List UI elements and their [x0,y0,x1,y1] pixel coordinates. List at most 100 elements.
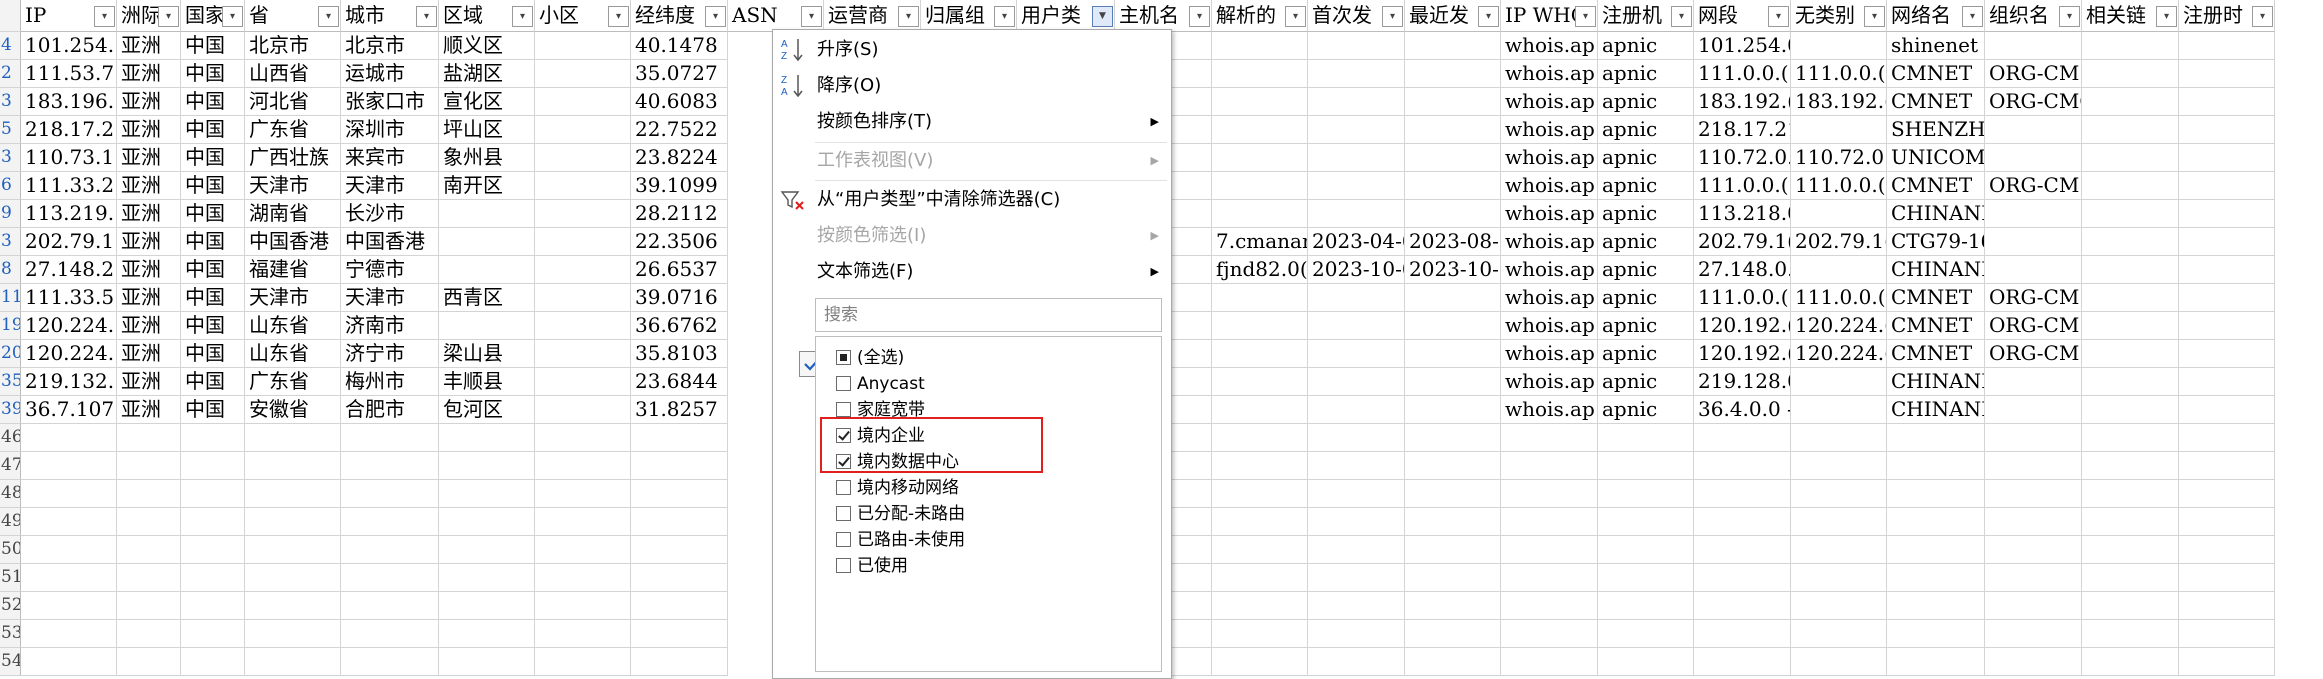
table-cell[interactable] [341,564,439,592]
table-cell[interactable] [1985,620,2082,648]
table-cell[interactable] [1405,564,1501,592]
table-cell[interactable] [117,508,181,536]
table-cell[interactable] [535,88,631,116]
table-cell[interactable]: 包河区 [439,396,535,424]
table-cell[interactable]: 219.132. [21,368,117,396]
table-cell[interactable] [631,564,728,592]
filter-value-list[interactable]: (全选) Anycast 家庭宽带 境内企业 境内数据中心 境内移动网络 已分配-未路由 已路… [815,336,1162,672]
table-cell[interactable] [1308,648,1405,676]
table-cell[interactable]: 中国 [181,312,245,340]
table-cell[interactable]: 111.33.2 [21,172,117,200]
table-cell[interactable] [1308,60,1405,88]
table-cell[interactable] [1791,592,1887,620]
clear-filter-item[interactable]: 从“用户类型”中清除筛选器(C) [817,184,1060,216]
table-cell[interactable]: apnic [1598,60,1694,88]
table-cell[interactable] [245,620,341,648]
table-cell[interactable] [2082,648,2179,676]
table-cell[interactable] [117,424,181,452]
table-cell[interactable]: 111.0.0.( [1694,284,1791,312]
table-cell[interactable]: 象州县 [439,144,535,172]
table-cell[interactable] [1887,424,1985,452]
table-cell[interactable] [245,648,341,676]
table-cell[interactable] [1212,116,1308,144]
table-cell[interactable] [535,536,631,564]
table-cell[interactable] [2082,340,2179,368]
table-cell[interactable]: 40.6083 [631,88,728,116]
row-number[interactable]: 39 [0,396,21,424]
table-cell[interactable] [1694,564,1791,592]
table-cell[interactable]: 中国 [181,144,245,172]
table-cell[interactable] [1791,424,1887,452]
table-cell[interactable] [2082,116,2179,144]
table-cell[interactable]: 中国 [181,368,245,396]
filter-option[interactable]: 境内移动网络 [836,475,959,501]
table-cell[interactable] [2179,648,2275,676]
table-cell[interactable] [1212,592,1308,620]
filter-dropdown-button[interactable]: ▾ [1962,6,1983,27]
checkbox[interactable] [836,480,851,495]
filter-dropdown-button[interactable]: ▾ [94,6,115,27]
table-cell[interactable] [341,648,439,676]
table-cell[interactable] [439,256,535,284]
table-cell[interactable] [1212,172,1308,200]
table-cell[interactable] [535,480,631,508]
table-cell[interactable] [1308,312,1405,340]
table-cell[interactable] [2179,284,2275,312]
table-cell[interactable] [1694,480,1791,508]
table-cell[interactable] [2179,564,2275,592]
table-cell[interactable]: 36.7.107 [21,396,117,424]
table-cell[interactable] [1308,424,1405,452]
table-cell[interactable] [535,256,631,284]
table-cell[interactable]: 亚洲 [117,88,181,116]
table-cell[interactable] [2179,312,2275,340]
table-cell[interactable] [2082,144,2179,172]
table-cell[interactable]: 亚洲 [117,172,181,200]
table-cell[interactable] [1308,480,1405,508]
table-cell[interactable]: whois.ap [1501,32,1598,60]
filter-dropdown-button[interactable]: ▾ [2059,6,2080,27]
table-cell[interactable] [535,368,631,396]
table-cell[interactable]: 111.0.0.( [1791,60,1887,88]
table-cell[interactable]: 梅州市 [341,368,439,396]
table-cell[interactable]: 深圳市 [341,116,439,144]
filter-dropdown-button[interactable]: ▾ [2252,6,2273,27]
table-cell[interactable]: 天津市 [245,284,341,312]
table-cell[interactable] [1405,32,1501,60]
table-cell[interactable] [1212,508,1308,536]
table-cell[interactable] [1598,508,1694,536]
table-cell[interactable]: 2023-10-3 [1405,256,1501,284]
table-cell[interactable] [535,564,631,592]
table-cell[interactable] [1212,368,1308,396]
table-cell[interactable] [1791,480,1887,508]
table-cell[interactable] [1501,620,1598,648]
table-cell[interactable] [2082,508,2179,536]
row-number[interactable]: 9 [0,200,21,228]
table-cell[interactable]: 亚洲 [117,60,181,88]
table-cell[interactable] [2179,172,2275,200]
table-cell[interactable]: apnic [1598,396,1694,424]
table-cell[interactable] [2179,508,2275,536]
table-cell[interactable] [2082,60,2179,88]
table-cell[interactable]: ORG-CM1-AP [1985,312,2082,340]
filter-dropdown-button[interactable]: ▾ [1189,6,1210,27]
table-cell[interactable] [245,508,341,536]
row-number[interactable]: 11 [0,284,21,312]
table-cell[interactable] [117,592,181,620]
table-cell[interactable] [21,424,117,452]
table-cell[interactable] [1598,452,1694,480]
table-cell[interactable] [2179,144,2275,172]
table-cell[interactable] [2179,620,2275,648]
row-number[interactable]: 6 [0,172,21,200]
table-cell[interactable] [341,480,439,508]
table-cell[interactable] [1985,648,2082,676]
table-cell[interactable] [1985,480,2082,508]
table-cell[interactable]: 天津市 [245,172,341,200]
table-cell[interactable] [1212,424,1308,452]
table-cell[interactable] [21,452,117,480]
table-cell[interactable]: 亚洲 [117,368,181,396]
table-cell[interactable] [1308,396,1405,424]
table-cell[interactable]: 35.8103 [631,340,728,368]
table-cell[interactable]: whois.ap [1501,60,1598,88]
table-cell[interactable] [245,592,341,620]
table-cell[interactable] [535,144,631,172]
